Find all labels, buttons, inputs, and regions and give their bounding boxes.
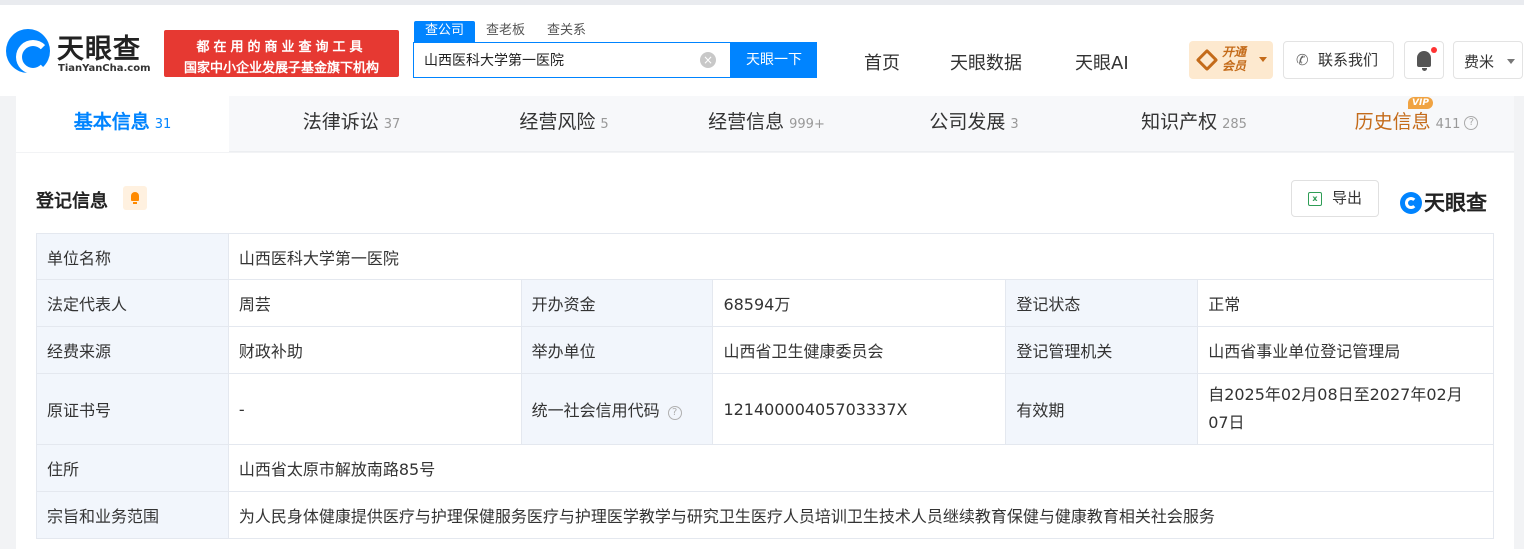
registration-section: 登记信息 x 导出 天眼查 单位名称 山西医科大学第一医院 法定代表人 周芸 开…: [16, 153, 1514, 549]
search-box: ×: [413, 42, 731, 78]
help-icon[interactable]: ?: [1464, 115, 1479, 130]
authority-label: 登记管理机关: [1005, 326, 1199, 374]
nav-tianyan-ai[interactable]: 天眼AI: [1075, 49, 1129, 75]
search-button[interactable]: 天眼一下: [731, 42, 817, 78]
capital-value: 68594万: [712, 279, 1007, 327]
funding-value: 财政补助: [227, 326, 522, 374]
scope-value: 为人民身体健康提供医疗与护理保健服务医疗与护理医学教学与研究卫生医疗人员培训卫生…: [227, 491, 1495, 539]
company-tabs: 基本信息 31 法律诉讼 37 经营风险 5 经营信息 999+ 公司发展 3 知识产权 2…: [16, 96, 1514, 152]
tab-legal[interactable]: 法律诉讼 37: [229, 96, 474, 152]
section-title: 登记信息: [36, 191, 108, 212]
capital-label: 开办资金: [520, 279, 714, 327]
nav-tianyan-data[interactable]: 天眼数据: [950, 49, 1022, 75]
search-mode-tabs: 查公司 查老板 查关系: [414, 21, 597, 43]
legal-rep-label: 法定代表人: [36, 279, 229, 327]
status-label: 登记状态: [1005, 279, 1199, 327]
logo-mark-icon: [1400, 192, 1422, 214]
organizer-value: 山西省卫生健康委员会: [712, 326, 1007, 374]
registration-table: 单位名称 山西医科大学第一医院 法定代表人 周芸 开办资金 68594万 登记状…: [36, 233, 1495, 539]
chevron-down-icon: [1259, 57, 1267, 62]
table-row: 法定代表人 周芸 开办资金 68594万 登记状态 正常: [36, 279, 1494, 327]
table-row: 经费来源 财政补助 举办单位 山西省卫生健康委员会 登记管理机关 山西省事业单位…: [36, 326, 1494, 374]
tab-operation[interactable]: 经营信息 999+: [654, 96, 879, 152]
validity-label: 有效期: [1005, 373, 1199, 445]
contact-us-button[interactable]: ✆ 联系我们: [1283, 41, 1394, 79]
logo-subtitle: TianYanCha.com: [58, 63, 151, 74]
credit-code-label-cell: 统一社会信用代码?: [520, 373, 714, 445]
nav-home[interactable]: 首页: [864, 49, 900, 75]
slogan-banner[interactable]: 都在用的商业查询工具 国家中小企业发展子基金旗下机构: [164, 30, 399, 77]
search-input[interactable]: [424, 52, 694, 68]
brand-watermark: 天眼查: [1400, 187, 1487, 217]
tab-ip[interactable]: 知识产权 285: [1069, 96, 1319, 152]
user-name: 费米: [1464, 53, 1495, 71]
unread-dot: [1431, 47, 1437, 53]
unit-name-label: 单位名称: [36, 233, 229, 280]
top-header: 天眼查 TianYanCha.com 都在用的商业查询工具 国家中小企业发展子基…: [0, 0, 1524, 96]
logo-mark-icon: [6, 29, 50, 74]
tab-development[interactable]: 公司发展 3: [879, 96, 1069, 152]
contact-us-label: 联系我们: [1318, 51, 1379, 69]
bell-subscribe-icon[interactable]: [123, 186, 147, 210]
excel-icon: x: [1308, 192, 1322, 206]
user-menu[interactable]: 费米: [1453, 41, 1523, 79]
export-button[interactable]: x 导出: [1291, 180, 1379, 217]
help-icon[interactable]: ?: [667, 406, 682, 420]
export-label: 导出: [1332, 189, 1363, 207]
table-row: 宗旨和业务范围 为人民身体健康提供医疗与护理保健服务医疗与护理医学教学与研究卫生…: [36, 491, 1495, 539]
logo-title: 天眼查: [57, 34, 141, 65]
validity-value: 自2025年02月08日至2027年02月07日: [1197, 373, 1494, 445]
bell-icon: [1417, 51, 1431, 71]
legal-rep-value: 周芸: [227, 279, 522, 327]
credit-code-value[interactable]: 12140000405703337X: [712, 373, 1007, 445]
table-row: 原证书号 - 统一社会信用代码? 12140000405703337X 有效期 …: [36, 373, 1494, 445]
slogan-line-1: 都在用的商业查询工具: [196, 40, 367, 55]
authority-value: 山西省事业单位登记管理局: [1197, 326, 1494, 374]
table-row: 住所 山西省太原市解放南路85号: [36, 444, 1495, 492]
vip-badge: VIP: [1408, 97, 1433, 109]
funding-label: 经费来源: [36, 326, 229, 374]
tab-risk[interactable]: 经营风险 5: [474, 96, 654, 152]
vip-label: 开通 会员: [1222, 45, 1247, 73]
search-tab-company[interactable]: 查公司: [414, 21, 476, 43]
scope-label: 宗旨和业务范围: [36, 491, 229, 539]
credit-code-label: 统一社会信用代码: [531, 401, 660, 420]
tianyancha-logo[interactable]: 天眼查 TianYanCha.com: [6, 27, 156, 79]
address-value: 山西省太原市解放南路85号: [227, 444, 1495, 492]
tab-basic-info[interactable]: 基本信息 31: [16, 96, 229, 152]
table-row: 单位名称 山西医科大学第一医院: [36, 233, 1495, 280]
status-value: 正常: [1197, 279, 1494, 327]
search-tab-relation[interactable]: 查关系: [536, 21, 597, 43]
open-vip-button[interactable]: 开通 会员: [1189, 41, 1273, 79]
search-tab-boss[interactable]: 查老板: [475, 21, 536, 43]
chevron-down-icon: [1507, 59, 1515, 64]
diamond-icon: [1195, 48, 1219, 72]
unit-name-value: 山西医科大学第一医院: [227, 233, 1495, 280]
slogan-line-2: 国家中小企业发展子基金旗下机构: [183, 61, 379, 76]
cert-label: 原证书号: [36, 373, 229, 445]
phone-icon: ✆: [1296, 51, 1309, 69]
address-label: 住所: [36, 444, 229, 492]
organizer-label: 举办单位: [520, 326, 714, 374]
cert-value: -: [227, 373, 522, 445]
clear-search-icon[interactable]: ×: [700, 52, 716, 68]
notifications-button[interactable]: [1404, 41, 1444, 79]
